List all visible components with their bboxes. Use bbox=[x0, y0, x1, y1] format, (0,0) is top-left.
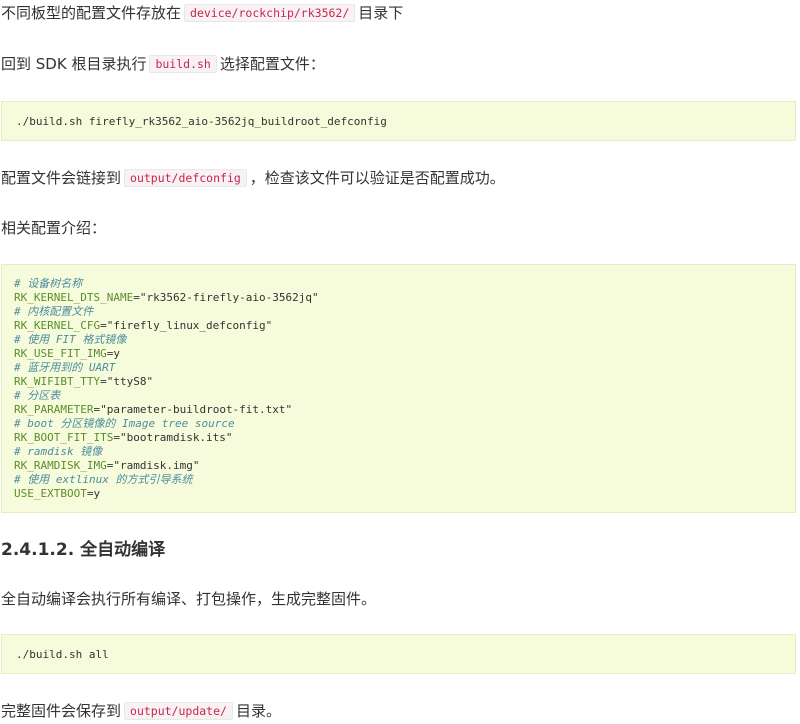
code-comment: # 使用 extlinux 的方式引导系统 bbox=[14, 473, 193, 486]
code-line: RK_USE_FIT_IMG=y bbox=[14, 347, 120, 360]
code-block-build-all[interactable]: ./build.sh all bbox=[1, 634, 796, 674]
text: 目录下 bbox=[358, 4, 404, 22]
config-var-name: RK_USE_FIT_IMG bbox=[14, 347, 107, 360]
code-comment: # 设备树名称 bbox=[14, 277, 83, 290]
code-line: ./build.sh all bbox=[16, 648, 109, 661]
config-var-name: USE_EXTBOOT bbox=[14, 487, 87, 500]
code-line: ./build.sh firefly_rk3562_aio-3562jq_bui… bbox=[16, 115, 387, 128]
text: 完整固件会保存到 bbox=[1, 702, 122, 720]
paragraph-full-build: 全自动编译会执行所有编译、打包操作，生成完整固件。 bbox=[1, 590, 377, 608]
text: 选择配置文件： bbox=[219, 55, 325, 73]
config-var-value: "firefly_linux_defconfig" bbox=[106, 319, 273, 332]
config-var-name: RK_PARAMETER bbox=[14, 403, 94, 416]
config-var-name: RK_WIFIBT_TTY bbox=[14, 375, 101, 388]
code-comment: # 内核配置文件 bbox=[14, 305, 94, 318]
code-comment: # boot 分区镜像的 Image tree source bbox=[14, 417, 235, 430]
paragraph-defconfig-link: 配置文件会链接到 output/defconfig ，检查该文件可以验证是否配置成功… bbox=[1, 167, 505, 189]
code-line: RK_RAMDISK_IMG="ramdisk.img" bbox=[14, 459, 200, 472]
code-line: RK_KERNEL_DTS_NAME="rk3562-firefly-aio-3… bbox=[14, 291, 319, 304]
config-var-name: RK_KERNEL_DTS_NAME bbox=[14, 291, 134, 304]
text: 目录。 bbox=[235, 702, 281, 720]
config-var-value: y bbox=[113, 347, 120, 360]
config-var-name: RK_RAMDISK_IMG bbox=[14, 459, 107, 472]
code-block-config[interactable]: # 设备树名称 RK_KERNEL_DTS_NAME="rk3562-firef… bbox=[1, 264, 796, 513]
text: ，检查该文件可以验证是否配置成功。 bbox=[249, 169, 505, 187]
code-line: USE_EXTBOOT=y bbox=[14, 487, 101, 500]
config-var-value: "bootramdisk.its" bbox=[119, 431, 233, 444]
code-line: RK_BOOT_FIT_ITS="bootramdisk.its" bbox=[14, 431, 233, 444]
paragraph-config-location: 不同板型的配置文件存放在 device/rockchip/rk3562/目录下 bbox=[1, 2, 403, 24]
config-var-name: RK_BOOT_FIT_ITS bbox=[14, 431, 114, 444]
text: 不同板型的配置文件存放在 bbox=[1, 4, 182, 22]
inline-code-update-dir: output/update/ bbox=[124, 702, 233, 720]
config-var-value: y bbox=[93, 487, 101, 500]
inline-code-defconfig: output/defconfig bbox=[124, 169, 247, 187]
code-line: RK_KERNEL_CFG="firefly_linux_defconfig" bbox=[14, 319, 273, 332]
code-comment: # 蓝牙用到的 UART bbox=[14, 361, 116, 374]
paragraph-run-build: 回到 SDK 根目录执行 build.sh 选择配置文件： bbox=[1, 53, 325, 75]
code-comment: # ramdisk 镜像 bbox=[14, 445, 103, 458]
code-comment: # 使用 FIT 格式镜像 bbox=[14, 333, 127, 346]
config-var-value: "parameter-buildroot-fit.txt" bbox=[100, 403, 293, 416]
section-heading: 2.4.1.2. 全自动编译 bbox=[1, 540, 166, 560]
text: 回到 SDK 根目录执行 bbox=[1, 55, 147, 73]
config-var-value: "ttyS8" bbox=[106, 375, 154, 388]
config-var-value: "rk3562-firefly-aio-3562jq" bbox=[139, 291, 319, 304]
code-block-build-defconfig[interactable]: ./build.sh firefly_rk3562_aio-3562jq_bui… bbox=[1, 101, 796, 141]
config-var-name: RK_KERNEL_CFG bbox=[14, 319, 101, 332]
code-comment: # 分区表 bbox=[14, 389, 61, 402]
code-line: RK_WIFIBT_TTY="ttyS8" bbox=[14, 375, 154, 388]
config-var-value: "ramdisk.img" bbox=[113, 459, 200, 472]
text: 配置文件会链接到 bbox=[1, 169, 122, 187]
inline-code-path: device/rockchip/rk3562/ bbox=[184, 4, 356, 22]
code-line: RK_PARAMETER="parameter-buildroot-fit.tx… bbox=[14, 403, 293, 416]
paragraph-firmware-output: 完整固件会保存到 output/update/目录。 bbox=[1, 700, 281, 722]
paragraph-config-intro: 相关配置介绍： bbox=[1, 219, 107, 237]
inline-code-build-sh: build.sh bbox=[149, 55, 217, 73]
